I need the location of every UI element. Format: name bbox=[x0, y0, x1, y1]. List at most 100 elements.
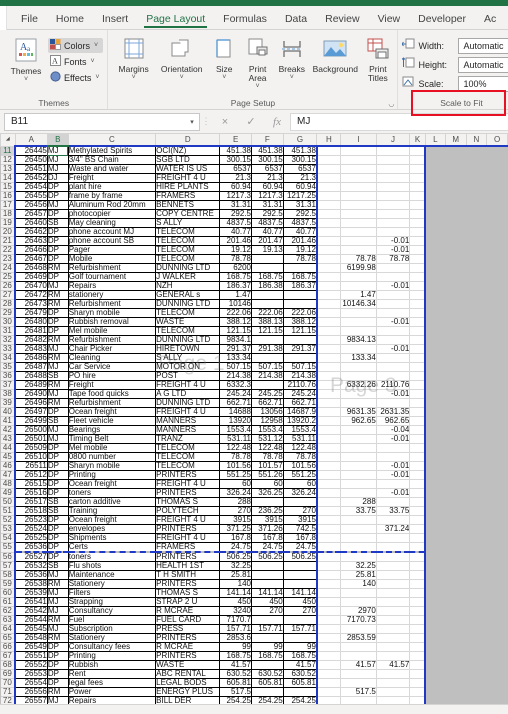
cell-I16[interactable] bbox=[341, 192, 376, 201]
cell-C13[interactable]: Waste and water bbox=[68, 165, 155, 174]
cell-E65[interactable]: 2853.6 bbox=[220, 634, 252, 643]
cell-H39[interactable] bbox=[317, 399, 341, 408]
cell-D56[interactable]: PRINTERS bbox=[156, 552, 220, 562]
cell-C64[interactable]: Subscription bbox=[68, 625, 155, 634]
cell-D35[interactable]: MOTOR ON bbox=[156, 363, 220, 372]
cell-J15[interactable] bbox=[376, 183, 410, 192]
cell-C54[interactable]: Shipments bbox=[68, 534, 155, 543]
cell-C37[interactable]: Freight bbox=[68, 381, 155, 390]
cell-M20[interactable] bbox=[445, 228, 466, 237]
cell-J25[interactable] bbox=[376, 273, 410, 282]
cell-O17[interactable] bbox=[487, 201, 508, 210]
cell-B49[interactable]: DP bbox=[47, 489, 68, 498]
cell-C45[interactable]: 0800 number bbox=[68, 453, 155, 462]
height-combobox[interactable]: Automatic ▾ bbox=[458, 57, 508, 73]
table-row[interactable]: 5026517SBcarton additiveTHOMAS S288288 bbox=[1, 498, 508, 507]
cell-G52[interactable]: 3915 bbox=[283, 516, 317, 525]
cell-N34[interactable] bbox=[466, 354, 487, 363]
cell-M12[interactable] bbox=[445, 156, 466, 165]
cell-E48[interactable]: 60 bbox=[220, 480, 252, 489]
cell-K24[interactable] bbox=[410, 264, 426, 273]
cell-G40[interactable]: 14687.9 bbox=[283, 408, 317, 417]
cell-C58[interactable]: Maintenance bbox=[68, 571, 155, 580]
cell-M45[interactable] bbox=[445, 453, 466, 462]
cell-K71[interactable] bbox=[410, 688, 426, 697]
cell-J32[interactable] bbox=[376, 336, 410, 345]
cell-M62[interactable] bbox=[445, 607, 466, 616]
table-row[interactable]: 4726512DPPrintingPRINTERS551.25551.26551… bbox=[1, 471, 508, 480]
column-header-k[interactable]: K bbox=[410, 134, 426, 146]
cell-H50[interactable] bbox=[317, 498, 341, 507]
cell-N15[interactable] bbox=[466, 183, 487, 192]
cell-K12[interactable] bbox=[410, 156, 426, 165]
cell-G20[interactable]: 40.77 bbox=[283, 228, 317, 237]
cell-N41[interactable] bbox=[466, 417, 487, 426]
cell-C62[interactable]: Consultancy bbox=[68, 607, 155, 616]
cell-H23[interactable] bbox=[317, 255, 341, 264]
cell-C61[interactable]: Strapping bbox=[68, 598, 155, 607]
cell-D12[interactable]: SGB LTD bbox=[156, 156, 220, 165]
cell-D23[interactable]: TELECOM bbox=[156, 255, 220, 264]
cell-N58[interactable] bbox=[466, 571, 487, 580]
cell-E25[interactable]: 168.75 bbox=[220, 273, 252, 282]
table-row[interactable]: 6926553DPRentABC RENTAL630.52630.52630.5… bbox=[1, 670, 508, 679]
cell-A57[interactable]: 26532 bbox=[15, 562, 47, 571]
cell-L40[interactable] bbox=[425, 408, 445, 417]
cell-G55[interactable]: 24.75 bbox=[283, 543, 317, 553]
cell-I34[interactable]: 133.34 bbox=[341, 354, 376, 363]
cell-M22[interactable] bbox=[445, 246, 466, 255]
cell-E46[interactable]: 101.56 bbox=[220, 462, 252, 471]
cell-K60[interactable] bbox=[410, 589, 426, 598]
cell-F67[interactable]: 168.75 bbox=[252, 652, 284, 661]
cell-A12[interactable]: 26450 bbox=[15, 156, 47, 165]
cell-L66[interactable] bbox=[425, 643, 445, 652]
cell-E66[interactable]: 99 bbox=[220, 643, 252, 652]
cell-M33[interactable] bbox=[445, 345, 466, 354]
cell-F21[interactable]: 201.47 bbox=[252, 237, 284, 246]
cell-G11[interactable]: 451.38 bbox=[283, 146, 317, 156]
table-row[interactable]: 1926460SBMay cleaningS ALLY4837.54837.54… bbox=[1, 219, 508, 228]
cell-L43[interactable] bbox=[425, 435, 445, 444]
cell-D43[interactable]: TRANZ bbox=[156, 435, 220, 444]
cell-M25[interactable] bbox=[445, 273, 466, 282]
cell-G63[interactable] bbox=[283, 616, 317, 625]
cell-D42[interactable]: MANNERS bbox=[156, 426, 220, 435]
cell-H15[interactable] bbox=[317, 183, 341, 192]
cell-O46[interactable] bbox=[487, 462, 508, 471]
cell-N53[interactable] bbox=[466, 525, 487, 534]
cell-M58[interactable] bbox=[445, 571, 466, 580]
cell-K40[interactable] bbox=[410, 408, 426, 417]
column-header-o[interactable]: O bbox=[487, 134, 508, 146]
cell-J13[interactable] bbox=[376, 165, 410, 174]
cell-L22[interactable] bbox=[425, 246, 445, 255]
cell-C47[interactable]: Printing bbox=[68, 471, 155, 480]
cell-E20[interactable]: 40.77 bbox=[220, 228, 252, 237]
cell-I19[interactable] bbox=[341, 219, 376, 228]
cell-A53[interactable]: 26524 bbox=[15, 525, 47, 534]
cell-G50[interactable] bbox=[283, 498, 317, 507]
cell-M55[interactable] bbox=[445, 543, 466, 553]
cell-F20[interactable]: 40.77 bbox=[252, 228, 284, 237]
cell-N22[interactable] bbox=[466, 246, 487, 255]
cell-O58[interactable] bbox=[487, 571, 508, 580]
cell-C30[interactable]: Rubbish removal bbox=[68, 318, 155, 327]
cell-D24[interactable]: DUNNING LTD bbox=[156, 264, 220, 273]
cell-N21[interactable] bbox=[466, 237, 487, 246]
cell-O43[interactable] bbox=[487, 435, 508, 444]
cell-J40[interactable]: 2631.35 bbox=[376, 408, 410, 417]
table-row[interactable]: 1626455DPframe by frameFRAMERS1217.31217… bbox=[1, 192, 508, 201]
cell-D29[interactable]: TELECOM bbox=[156, 309, 220, 318]
cell-O25[interactable] bbox=[487, 273, 508, 282]
cell-O29[interactable] bbox=[487, 309, 508, 318]
cell-I63[interactable]: 7170.73 bbox=[341, 616, 376, 625]
cell-O60[interactable] bbox=[487, 589, 508, 598]
cell-F19[interactable]: 4837.5 bbox=[252, 219, 284, 228]
cell-H55[interactable] bbox=[317, 543, 341, 553]
cell-H57[interactable] bbox=[317, 562, 341, 571]
cell-B12[interactable]: MJ bbox=[47, 156, 68, 165]
cell-I57[interactable]: 32.25 bbox=[341, 562, 376, 571]
cell-C71[interactable]: Power bbox=[68, 688, 155, 697]
cell-G33[interactable]: 291.37 bbox=[283, 345, 317, 354]
cell-B19[interactable]: SB bbox=[47, 219, 68, 228]
cell-O62[interactable] bbox=[487, 607, 508, 616]
